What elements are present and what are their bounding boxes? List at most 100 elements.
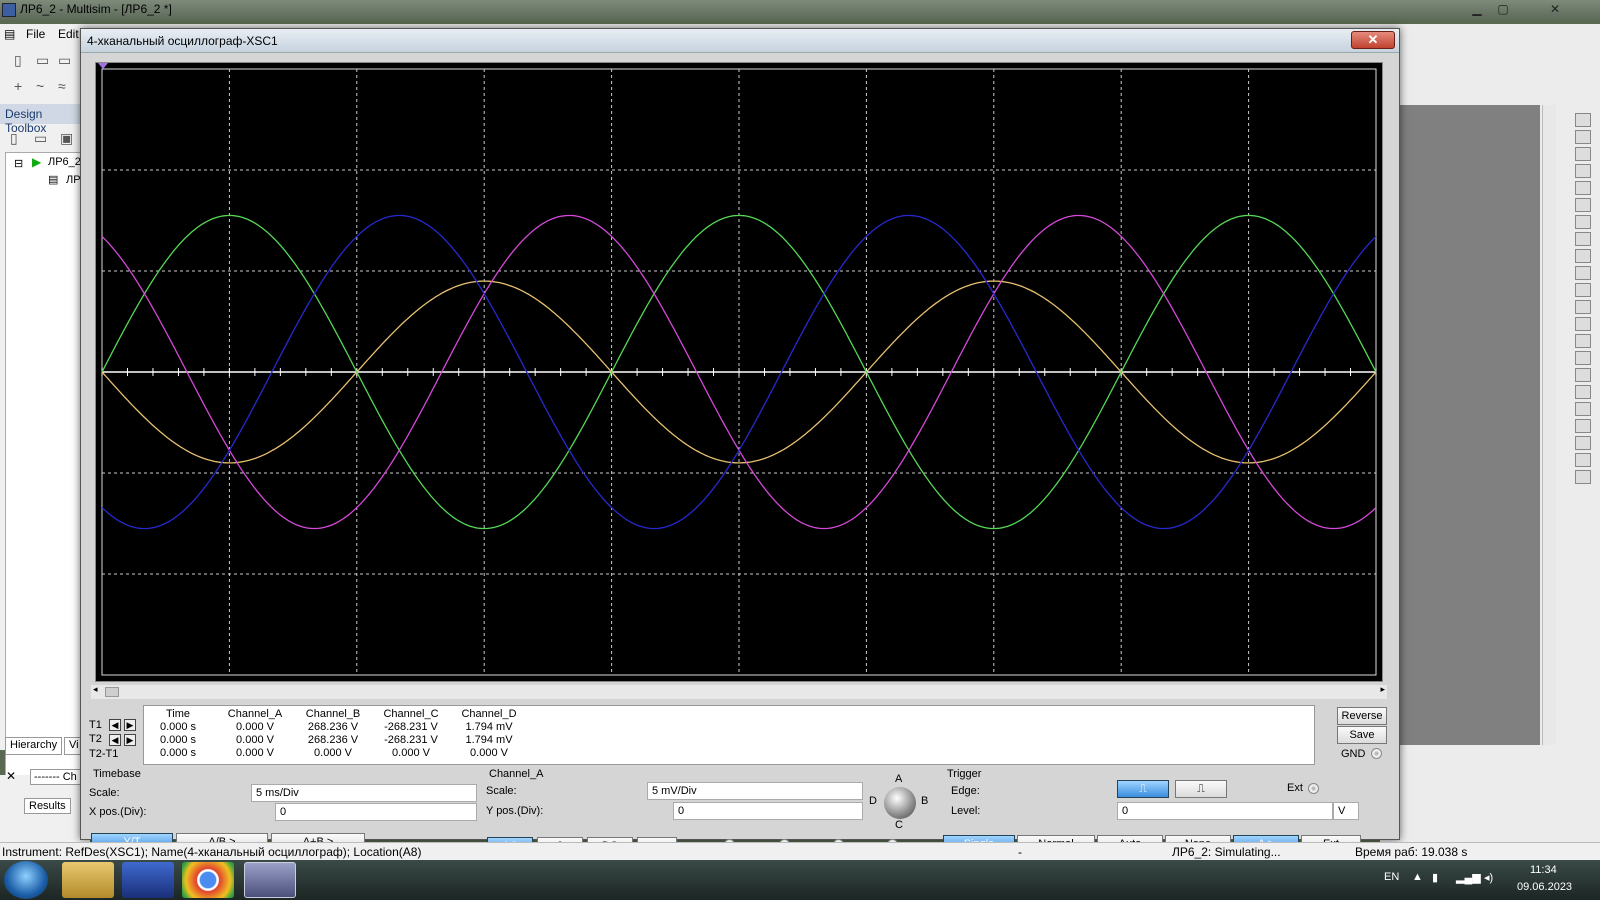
open-samples-icon[interactable]: ▭ bbox=[58, 52, 74, 68]
clock-time[interactable]: 11:34 bbox=[1530, 864, 1557, 876]
tab-hierarchy[interactable]: Hierarchy bbox=[5, 737, 63, 755]
reverse-button[interactable]: Reverse bbox=[1337, 707, 1387, 725]
scroll-left-icon[interactable]: ◂ bbox=[93, 684, 98, 695]
minimize-icon[interactable]: ▁ bbox=[1464, 0, 1490, 18]
instrument-icon[interactable] bbox=[1575, 232, 1591, 246]
t2-channel-b: 268.236 V bbox=[307, 734, 359, 746]
close-icon[interactable]: ✕ bbox=[1520, 0, 1590, 18]
channel-scale-field[interactable]: 5 mV/Div bbox=[647, 782, 863, 800]
ext-trigger-terminal[interactable] bbox=[1308, 783, 1319, 794]
time-scrollbar[interactable]: ◂ ▸ bbox=[91, 684, 1387, 699]
schematic-canvas[interactable] bbox=[1380, 105, 1540, 745]
network-icon[interactable]: ▮ bbox=[1432, 871, 1438, 884]
instrument-icon[interactable] bbox=[1575, 402, 1591, 416]
tray-expand-icon[interactable]: ▲ bbox=[1412, 871, 1423, 883]
channel-selector-knob[interactable] bbox=[884, 787, 916, 819]
save-design-icon[interactable]: ▣ bbox=[60, 130, 76, 146]
instrument-icon[interactable] bbox=[1575, 164, 1591, 178]
instrument-icon[interactable] bbox=[1575, 419, 1591, 433]
probe-tool-icon[interactable]: ≈ bbox=[58, 78, 74, 94]
t2-t1-label: T2-T1 bbox=[89, 748, 119, 760]
instrument-icon[interactable] bbox=[1575, 181, 1591, 195]
gnd-terminal[interactable] bbox=[1371, 748, 1382, 759]
tree-root-item[interactable]: ЛР6_2 bbox=[48, 156, 81, 168]
instrument-icon[interactable] bbox=[1575, 113, 1591, 127]
knob-label-b: B bbox=[921, 795, 929, 807]
t2-right-arrow-icon[interactable]: ▶ bbox=[124, 734, 136, 746]
x-position-field[interactable]: 0 bbox=[275, 803, 477, 821]
wire-tool-icon[interactable]: + bbox=[14, 78, 30, 94]
knob-label-d: D bbox=[869, 795, 877, 807]
windows-taskbar bbox=[0, 860, 1600, 900]
instrument-icon[interactable] bbox=[1575, 147, 1591, 161]
language-indicator[interactable]: EN bbox=[1384, 871, 1399, 883]
signal-icon[interactable]: ▂▄▆ bbox=[1456, 871, 1481, 884]
explorer-taskbar-icon[interactable] bbox=[62, 862, 114, 898]
open-folder-icon[interactable]: ▭ bbox=[36, 52, 52, 68]
app-title-bar: ЛР6_2 - Multisim - [ЛР6_2 *] ▁ ▢ ✕ bbox=[0, 0, 1600, 20]
status-sim-time: Время раб: 19.038 s bbox=[1355, 845, 1468, 859]
chrome-taskbar-icon[interactable] bbox=[182, 862, 234, 898]
spreadsheet-panel: ✕ ------- Ch Results bbox=[0, 769, 90, 845]
instrument-icon[interactable] bbox=[1575, 470, 1591, 484]
instrument-icon[interactable] bbox=[1575, 130, 1591, 144]
volume-icon[interactable]: ◂) bbox=[1484, 871, 1493, 884]
t1-right-arrow-icon[interactable]: ▶ bbox=[124, 719, 136, 731]
start-button[interactable] bbox=[4, 861, 48, 899]
t1-label: T1 bbox=[89, 719, 102, 731]
new-file-icon[interactable]: ▯ bbox=[14, 52, 30, 68]
t2-left-arrow-icon[interactable]: ◀ bbox=[109, 734, 121, 746]
new-design-icon[interactable]: ▯ bbox=[10, 130, 26, 146]
tab-results[interactable]: Results bbox=[24, 798, 71, 814]
multisim-taskbar-icon[interactable] bbox=[244, 862, 296, 898]
clock-date[interactable]: 09.06.2023 bbox=[1517, 881, 1572, 893]
falling-edge-button[interactable]: ⎍ bbox=[1175, 780, 1227, 798]
instrument-icon[interactable] bbox=[1575, 385, 1591, 399]
waveform-display bbox=[98, 63, 1377, 676]
instrument-icon[interactable] bbox=[1575, 317, 1591, 331]
x-position-label: X pos.(Div): bbox=[89, 806, 147, 818]
canvas-vertical-scrollbar[interactable] bbox=[1542, 105, 1556, 745]
bus-tool-icon[interactable]: ~ bbox=[36, 78, 52, 94]
scroll-right-icon[interactable]: ▸ bbox=[1380, 684, 1385, 695]
instrument-icon[interactable] bbox=[1575, 249, 1591, 263]
channel-title: Channel_A bbox=[489, 768, 544, 780]
knob-label-a: A bbox=[895, 773, 903, 785]
instrument-icon[interactable] bbox=[1575, 368, 1591, 382]
schematic-icon: ▤ bbox=[48, 174, 59, 186]
col-header-channel-a: Channel_A bbox=[227, 708, 283, 720]
y-position-field[interactable]: 0 bbox=[673, 802, 863, 820]
save-button[interactable]: Save bbox=[1337, 726, 1387, 744]
panel-close-icon[interactable]: ✕ bbox=[6, 769, 16, 783]
instrument-icon[interactable] bbox=[1575, 300, 1591, 314]
level-field[interactable]: 0 bbox=[1117, 802, 1333, 820]
tree-expand-icon[interactable]: ⊟ bbox=[14, 157, 23, 170]
instrument-icon[interactable] bbox=[1575, 215, 1591, 229]
instrument-icon[interactable] bbox=[1575, 334, 1591, 348]
open-design-icon[interactable]: ▭ bbox=[34, 130, 50, 146]
main-toolbar: ▯ ▭ ▭ + ~ ≈ bbox=[0, 46, 90, 102]
menu-file[interactable]: File bbox=[26, 27, 45, 41]
doc-icon[interactable]: ▤ bbox=[4, 27, 15, 41]
status-simulating: ЛР6_2: Simulating... bbox=[1172, 845, 1281, 859]
save-taskbar-icon[interactable] bbox=[122, 862, 174, 898]
rising-edge-button[interactable]: ⎍ bbox=[1117, 780, 1169, 798]
t1-channel-c: -268.231 V bbox=[384, 721, 438, 733]
scroll-thumb[interactable] bbox=[105, 687, 119, 697]
maximize-icon[interactable]: ▢ bbox=[1490, 0, 1516, 18]
level-unit: V bbox=[1333, 802, 1359, 820]
instrument-icon[interactable] bbox=[1575, 283, 1591, 297]
ext-trigger-label: Ext bbox=[1287, 782, 1303, 794]
instrument-icon[interactable] bbox=[1575, 198, 1591, 212]
t1-left-arrow-icon[interactable]: ◀ bbox=[109, 719, 121, 731]
t2-channel-c: -268.231 V bbox=[384, 734, 438, 746]
dt-channel-a: 0.000 V bbox=[236, 747, 274, 759]
instrument-icon[interactable] bbox=[1575, 351, 1591, 365]
timebase-scale-field[interactable]: 5 ms/Div bbox=[251, 784, 477, 802]
oscilloscope-title-bar[interactable]: 4-хканальный осциллограф-XSC1 ✕ bbox=[81, 29, 1399, 53]
instrument-icon[interactable] bbox=[1575, 266, 1591, 280]
menu-edit[interactable]: Edit bbox=[58, 27, 79, 41]
oscilloscope-close-button[interactable]: ✕ bbox=[1351, 31, 1395, 49]
instrument-icon[interactable] bbox=[1575, 436, 1591, 450]
instrument-icon[interactable] bbox=[1575, 453, 1591, 467]
